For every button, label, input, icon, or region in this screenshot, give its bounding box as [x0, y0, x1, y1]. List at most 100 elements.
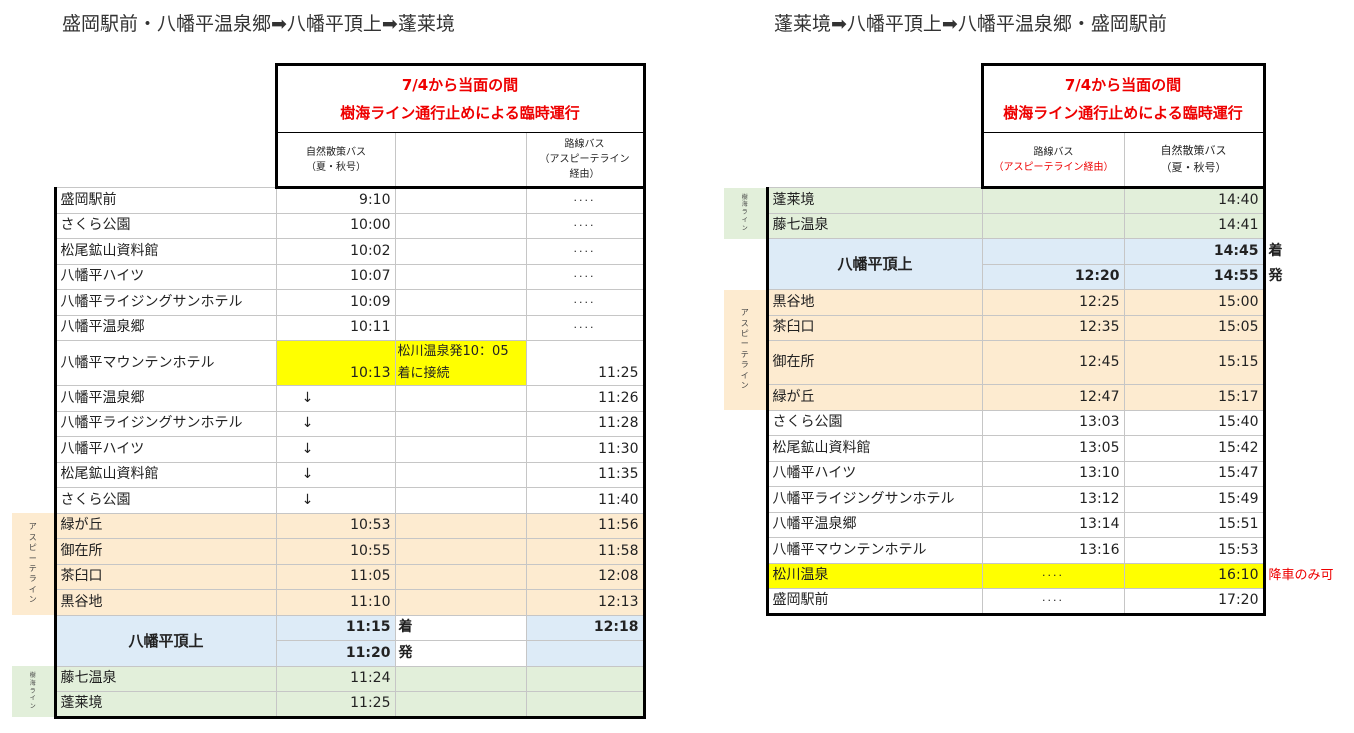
time-cell: 11:58 [525, 538, 646, 565]
stop-name: 八幡平ハイツ [765, 460, 983, 487]
stop-name: 松尾鉱山資料館 [53, 238, 277, 265]
time-cell: ···· [525, 187, 646, 214]
stop-name: 藤七温泉 [53, 665, 277, 692]
time-cell: 13:03 [981, 409, 1125, 436]
time-cell: ···· [525, 289, 646, 316]
table-row: 御在所 12:45 15:15 [724, 340, 1344, 385]
summit-label: 八幡平頂上 [53, 614, 277, 667]
stop-name: 八幡平ライジングサンホテル [53, 410, 277, 437]
table-row: 八幡平ハイツ 13:10 15:47 [724, 460, 1344, 487]
stop-name: 茶臼口 [53, 563, 277, 590]
table-row: 盛岡駅前 ···· 17:20 [724, 588, 1344, 616]
table-row: 松尾鉱山資料館 13:05 15:42 [724, 435, 1344, 462]
header-line: 自然散策バス [306, 146, 366, 158]
table-row: 八幡平ライジングサンホテル 10:09 ···· [12, 289, 648, 316]
stop-name: 盛岡駅前 [765, 588, 983, 616]
summit-arrive-time: 14:45 [1123, 238, 1266, 265]
stop-name: 御在所 [53, 538, 277, 565]
time-cell: 15:40 [1123, 409, 1266, 436]
table-row: 松川温泉 ···· 16:10 降車のみ可 [724, 562, 1344, 589]
right-col-route-bus-header: 路線バス （アスピーテライン経由） [980, 132, 1125, 189]
time-cell: 9:10 [275, 187, 396, 214]
time-cell: 11:25 [275, 691, 396, 719]
time-cell: 10:09 [275, 289, 396, 316]
right-timetable: 7/4から当面の間 樹海ライン通行止めによる臨時運行 路線バス （アスピーテライ… [724, 63, 1344, 616]
time-cell: 15:47 [1123, 460, 1266, 487]
summit-depart-time: 14:55 [1123, 263, 1266, 290]
time-cell: ···· [981, 588, 1125, 616]
time-cell: 11:24 [275, 665, 396, 692]
header-line: （アスピーテライン [539, 154, 630, 165]
table-row: 茶臼口 11:05 12:08 [12, 563, 648, 590]
time-cell: 15:42 [1123, 435, 1266, 462]
aspite-line-label: アスピーテライン [724, 289, 767, 410]
stop-name: 八幡平ライジングサンホテル [53, 289, 277, 316]
stop-name: 八幡平温泉郷 [53, 385, 277, 412]
table-row: 茶臼口 12:35 15:05 [724, 314, 1344, 341]
stop-name: 蓬莱境 [765, 187, 983, 214]
stop-name: 御在所 [765, 340, 983, 385]
stop-name: 八幡平ハイツ [53, 263, 277, 290]
header-line: 路線バス [564, 139, 605, 150]
time-cell: 14:41 [1123, 212, 1266, 239]
stop-name: 緑が丘 [765, 384, 983, 411]
time-cell: 13:12 [981, 486, 1125, 513]
time-cell [981, 212, 1125, 239]
time-cell: 13:14 [981, 511, 1125, 538]
jukai-line-label: 樹海ライン [724, 187, 767, 239]
table-row: 八幡平ライジングサンホテル ↓ 11:28 [12, 410, 648, 437]
table-row: さくら公園 10:00 ···· [12, 212, 648, 239]
time-cell: 12:13 [525, 589, 646, 616]
table-row: 八幡平マウンテンホテル 10:13 松川温泉発10：05 着に接続 11:25 [12, 340, 648, 386]
stop-name: さくら公園 [53, 212, 277, 239]
stop-name: 松尾鉱山資料館 [765, 435, 983, 462]
time-cell: 10:00 [275, 212, 396, 239]
right-notice: 7/4から当面の間 樹海ライン通行止めによる臨時運行 [980, 63, 1266, 133]
left-notice-line1: 7/4から当面の間 [401, 76, 519, 94]
depart-label: 発 [394, 640, 527, 667]
time-cell: 10:53 [275, 512, 396, 539]
table-row: 藤七温泉 14:41 [724, 212, 1344, 239]
header-line: （夏・秋号） [306, 161, 366, 173]
down-arrow: ↓ [275, 385, 396, 412]
time-cell: 10:02 [275, 238, 396, 265]
time-cell: 10:07 [275, 263, 396, 290]
drop-off-only-note: 降車のみ可 [1268, 567, 1334, 583]
time-cell: ···· [525, 263, 646, 290]
table-row: 八幡平ハイツ ↓ 11:30 [12, 436, 648, 463]
down-arrow: ↓ [275, 461, 396, 488]
time-cell: 11:05 [275, 563, 396, 590]
stop-name: 八幡平マウンテンホテル [765, 537, 983, 564]
stop-name: 黒谷地 [765, 289, 983, 316]
time-cell: 15:15 [1123, 340, 1266, 385]
time-cell: 11:35 [525, 461, 646, 488]
right-notice-line2: 樹海ライン通行止めによる臨時運行 [1003, 104, 1243, 122]
summit-arrive-time: 11:15 [275, 614, 396, 641]
connection-note: 松川温泉発10：05 着に接続 [394, 340, 527, 386]
note-line: 着に接続 [397, 366, 450, 381]
header-line: 自然散策バス [1160, 144, 1227, 157]
table-row: 八幡平ライジングサンホテル 13:12 15:49 [724, 486, 1344, 513]
time-cell: 11:25 [525, 340, 646, 386]
header-line: 路線バス [1033, 146, 1074, 158]
table-row: アスピーテライン 緑が丘 10:53 11:56 [12, 512, 648, 615]
table-row: さくら公園 13:03 15:40 [724, 409, 1344, 436]
header-line: （アスピーテライン経由） [993, 161, 1114, 173]
table-row: 盛岡駅前 9:10 ···· [12, 187, 648, 214]
header-line: 経由） [569, 169, 600, 180]
time-cell: 10:55 [275, 538, 396, 565]
time-cell: 15:53 [1123, 537, 1266, 564]
left-timetable-title: 盛岡駅前・八幡平温泉郷➡八幡平頂上➡蓬莱境 [62, 13, 455, 35]
stop-name: 八幡平マウンテンホテル [53, 340, 277, 386]
time-cell: ···· [525, 314, 646, 341]
table-row: 八幡平温泉郷 10:11 ···· [12, 314, 648, 341]
stop-name: 蓬莱境 [53, 691, 277, 719]
time-cell: 12:45 [981, 340, 1125, 385]
time-cell: 11:28 [525, 410, 646, 437]
time-cell: 15:49 [1123, 486, 1266, 513]
stop-name: 松尾鉱山資料館 [53, 461, 277, 488]
time-cell: 11:10 [275, 589, 396, 616]
left-notice-line2: 樹海ライン通行止めによる臨時運行 [340, 104, 580, 122]
left-col-blank-header [394, 132, 527, 189]
time-cell [981, 187, 1125, 214]
